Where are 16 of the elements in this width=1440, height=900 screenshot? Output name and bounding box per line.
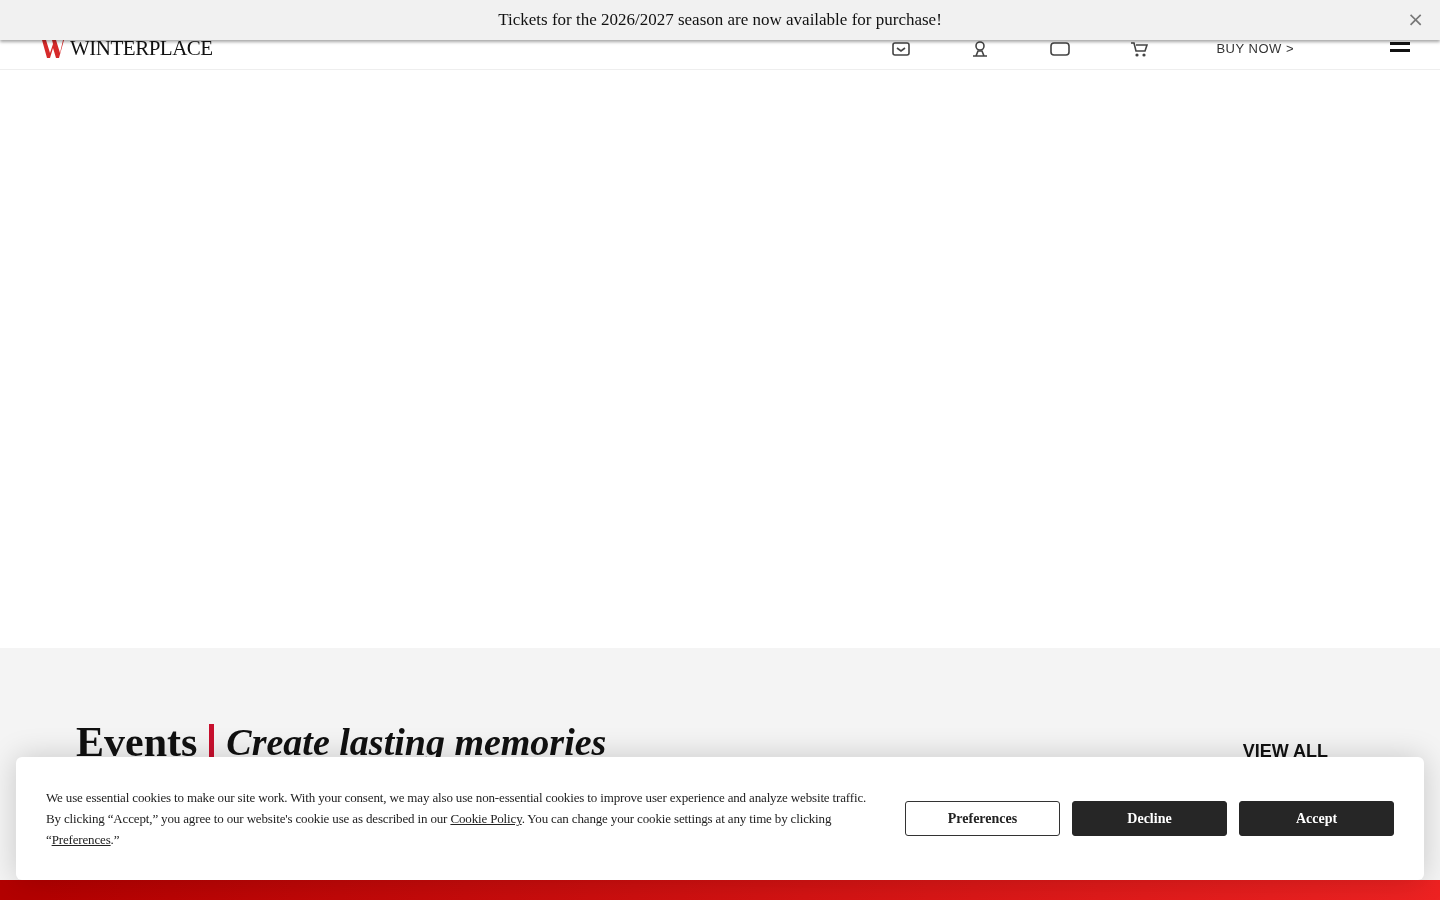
close-button[interactable]: × bbox=[1405, 9, 1426, 29]
cookie-action-button[interactable]: Decline bbox=[1072, 801, 1227, 836]
logo-icon bbox=[42, 39, 64, 58]
cookie-notice-text: We use essential cookies to make our site work. With your consent, we may also use non-essential cookies to improve user experience and analyze website traffic. By clicking “Accept,” you agree to our website's cookie use as described in our Cookie Policy. You can change your cookie settings at any time by clicking “Preferences.” bbox=[46, 789, 868, 849]
logo-text: WINTERPLACE bbox=[70, 36, 213, 61]
card-icon[interactable] bbox=[1050, 41, 1071, 56]
cart-icon[interactable] bbox=[1130, 40, 1149, 57]
cookie-action-button[interactable]: Accept bbox=[1239, 801, 1394, 836]
buy-now-link[interactable]: BUY NOW > bbox=[1216, 41, 1294, 56]
cookie-action-button[interactable]: Preferences bbox=[905, 801, 1060, 836]
announcement-text: Tickets for the 2026/2027 season are now available for purchase! bbox=[498, 10, 942, 30]
events-subheading: Create lasting memories bbox=[226, 720, 607, 764]
ticket-icon[interactable] bbox=[892, 41, 911, 56]
events-heading: Events bbox=[76, 718, 198, 766]
preferences-link[interactable]: Preferences bbox=[51, 832, 111, 847]
cookie-policy-link[interactable]: Cookie Policy bbox=[450, 811, 522, 826]
